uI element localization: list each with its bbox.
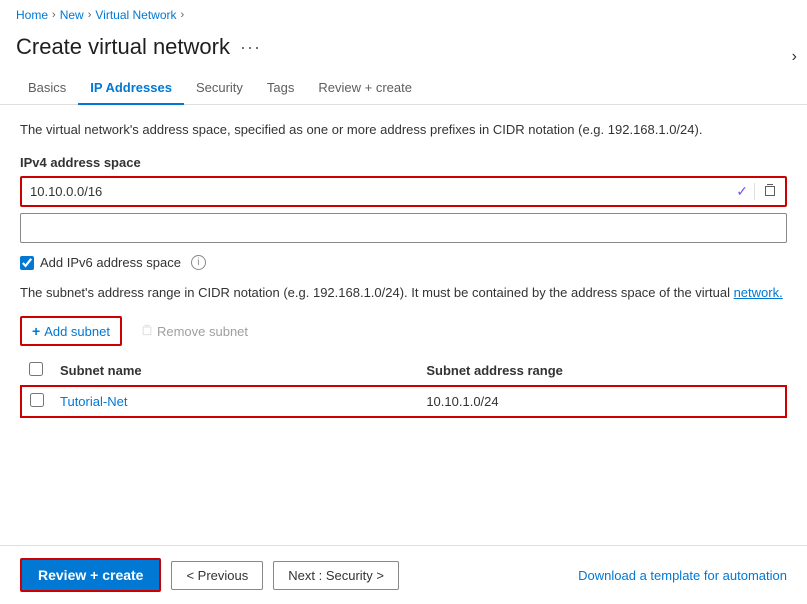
- tab-review-create[interactable]: Review + create: [306, 72, 424, 105]
- breadcrumb-new[interactable]: New: [60, 8, 84, 22]
- tabs-container: Basics IP Addresses Security Tags Review…: [0, 72, 807, 105]
- ipv4-check-icon: ✓: [730, 183, 754, 200]
- subnet-network-link[interactable]: network.: [734, 285, 783, 300]
- subnet-address-range: 10.10.1.0/24: [418, 386, 786, 417]
- ipv4-delete-button[interactable]: [754, 183, 785, 200]
- ipv6-info-icon[interactable]: i: [191, 255, 206, 270]
- remove-subnet-icon: [141, 324, 153, 339]
- subnet-table: Subnet name Subnet address range Tutoria…: [20, 356, 787, 418]
- breadcrumb-home[interactable]: Home: [16, 8, 48, 22]
- page-title: Create virtual network: [16, 34, 230, 60]
- tab-basics[interactable]: Basics: [16, 72, 78, 105]
- download-template-label: Download a template for automation: [578, 568, 787, 583]
- breadcrumb-chevron-2: ›: [88, 9, 92, 21]
- previous-label: < Previous: [186, 568, 248, 583]
- ipv4-section: IPv4 address space ✓: [20, 155, 787, 243]
- breadcrumb-chevron-1: ›: [52, 9, 56, 21]
- tab-security[interactable]: Security: [184, 72, 255, 105]
- ellipsis-menu-button[interactable]: ···: [240, 37, 261, 58]
- remove-subnet-label: Remove subnet: [157, 324, 248, 339]
- breadcrumb: Home › New › Virtual Network ›: [0, 0, 807, 30]
- review-create-button[interactable]: Review + create: [20, 558, 161, 592]
- tab-ip-addresses[interactable]: IP Addresses: [78, 72, 184, 105]
- subnet-select-all-checkbox[interactable]: [29, 362, 43, 376]
- subnet-name-header: Subnet name: [52, 356, 418, 386]
- description-text: The virtual network's address space, spe…: [20, 121, 787, 139]
- content-area: The virtual network's address space, spe…: [0, 105, 807, 434]
- next-security-button[interactable]: Next : Security >: [273, 561, 399, 590]
- subnet-description: The subnet's address range in CIDR notat…: [20, 284, 787, 302]
- plus-icon: +: [32, 323, 40, 339]
- ipv4-address-row: ✓: [20, 176, 787, 207]
- breadcrumb-chevron-3: ›: [181, 9, 185, 21]
- add-subnet-button[interactable]: + Add subnet: [20, 316, 122, 346]
- collapse-arrow-button[interactable]: ›: [792, 48, 797, 66]
- ipv4-empty-input-row[interactable]: [20, 213, 787, 243]
- subnet-range-header: Subnet address range: [418, 356, 786, 386]
- ipv6-checkbox-label[interactable]: Add IPv6 address space: [40, 255, 181, 270]
- download-template-button[interactable]: Download a template for automation: [578, 568, 787, 583]
- ipv6-checkbox[interactable]: [20, 256, 34, 270]
- ipv4-address-input[interactable]: [22, 178, 730, 205]
- subnet-row-checkbox[interactable]: [30, 393, 44, 407]
- next-security-label: Next : Security >: [288, 568, 384, 583]
- subnet-actions-row: + Add subnet Remove subnet: [20, 316, 787, 346]
- breadcrumb-virtual-network[interactable]: Virtual Network: [95, 8, 176, 22]
- review-create-label: Review + create: [38, 567, 143, 583]
- footer: Review + create < Previous Next : Securi…: [0, 545, 807, 604]
- page-title-area: Create virtual network ···: [0, 30, 807, 72]
- tab-tags[interactable]: Tags: [255, 72, 306, 105]
- table-row: Tutorial-Net 10.10.1.0/24: [21, 386, 786, 417]
- add-subnet-label: Add subnet: [44, 324, 110, 339]
- remove-subnet-button[interactable]: Remove subnet: [130, 318, 259, 345]
- previous-button[interactable]: < Previous: [171, 561, 263, 590]
- ipv6-checkbox-row: Add IPv6 address space i: [20, 255, 787, 270]
- subnet-name-link[interactable]: Tutorial-Net: [60, 394, 127, 409]
- ipv4-label: IPv4 address space: [20, 155, 787, 170]
